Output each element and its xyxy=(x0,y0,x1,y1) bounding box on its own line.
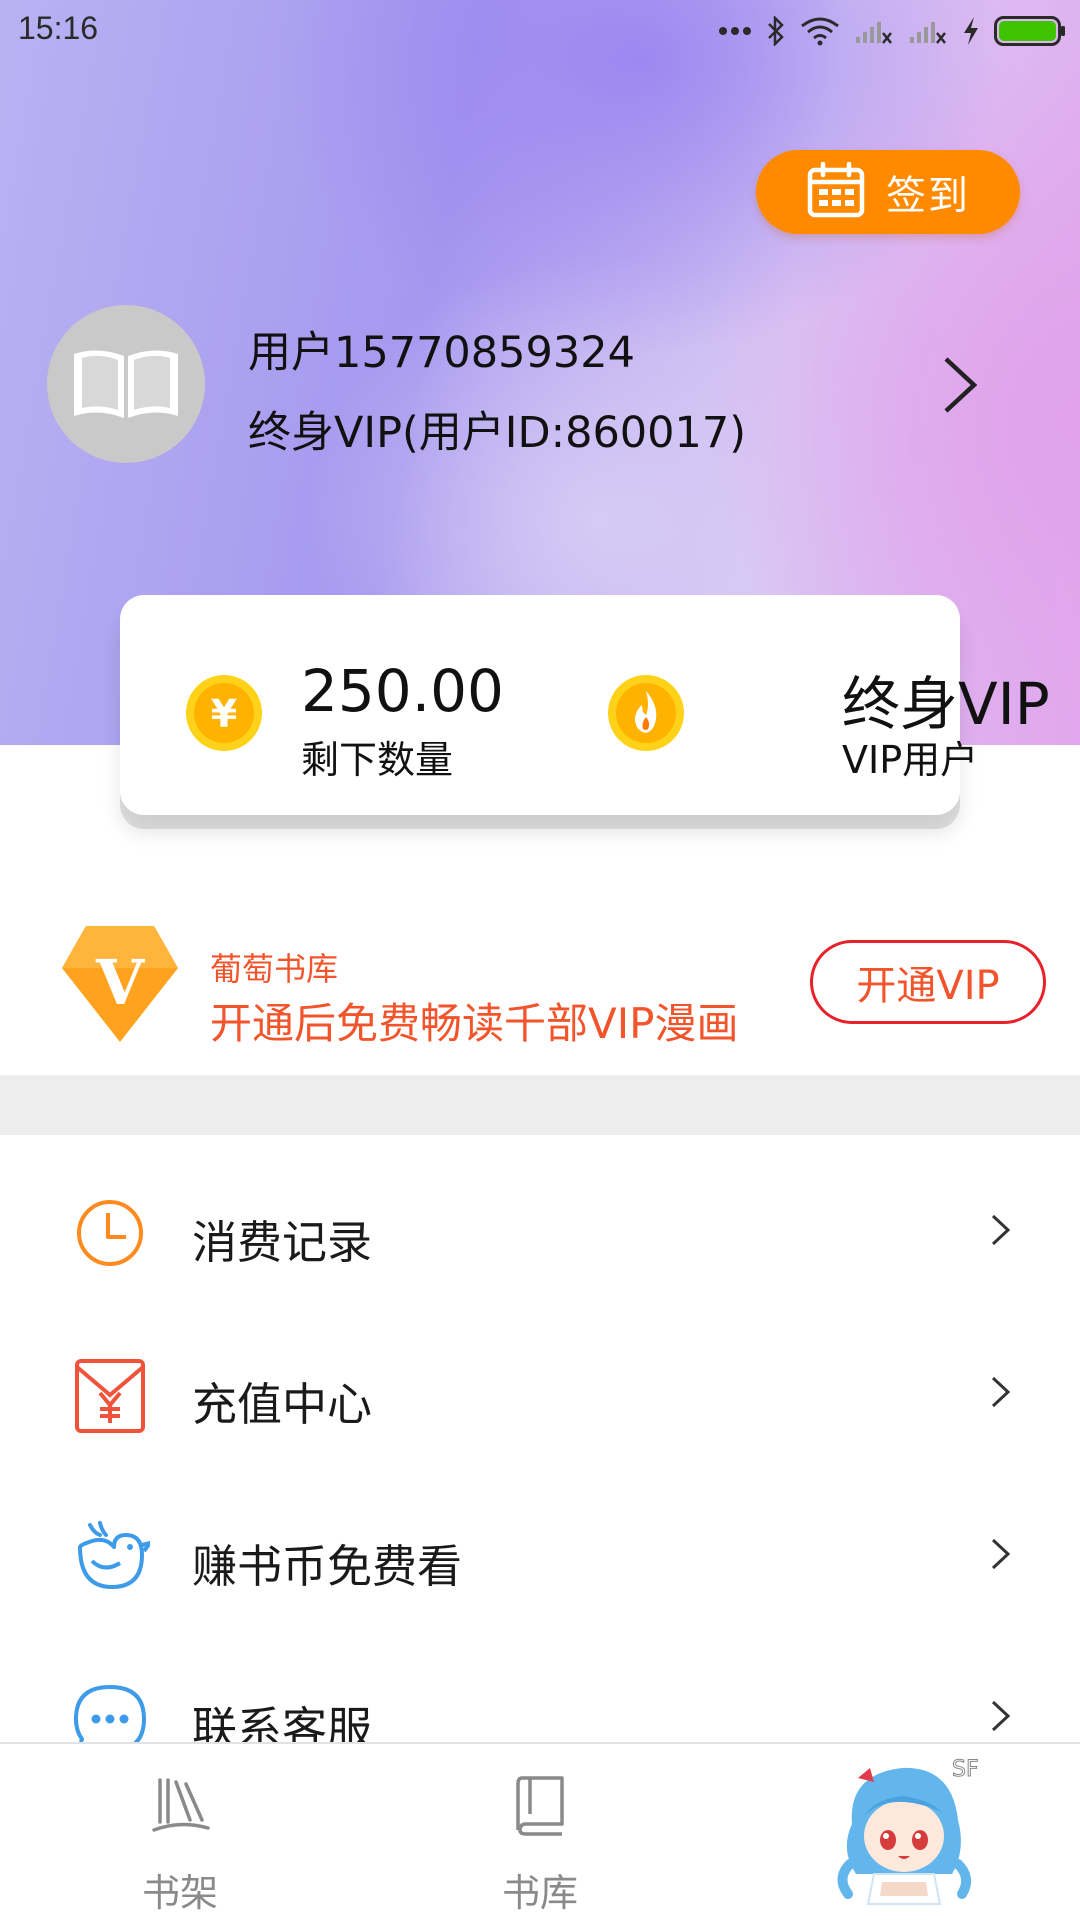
checkin-button[interactable]: 签到 xyxy=(756,150,1020,234)
profile-name: 用户15770859324 xyxy=(248,328,635,378)
vip-description: 开通后免费畅读千部VIP漫画 xyxy=(210,999,739,1048)
chevron-right-icon xyxy=(990,1698,1012,1738)
profile-vip-status: 终身VIP(用户ID:860017) xyxy=(248,408,747,458)
vip-diamond-logo-icon: V xyxy=(58,922,182,1050)
menu-item-label: 赚书币免费看 xyxy=(192,1540,463,1593)
menu-item-consumption-records[interactable]: 消费记录 xyxy=(0,1150,1080,1312)
status-bar: 15:16 xyxy=(0,0,1080,62)
bookshelf-icon xyxy=(150,1774,212,1840)
chevron-right-icon xyxy=(990,1212,1012,1252)
balance-value: 250.00 xyxy=(301,657,504,725)
bird-icon xyxy=(70,1517,152,1597)
bluetooth-icon xyxy=(766,16,786,46)
balance-label: 剩下数量 xyxy=(301,738,454,782)
vip-brand-name: 葡萄书库 xyxy=(210,950,339,988)
flame-coin-icon xyxy=(606,673,686,757)
tab-label: 书架 xyxy=(141,1871,218,1915)
svg-text:¥: ¥ xyxy=(211,692,237,736)
red-envelope-icon xyxy=(70,1355,150,1435)
more-dots-icon xyxy=(718,26,752,36)
tab-library[interactable]: 书库 xyxy=(440,1744,640,1922)
coin-yuan-icon: ¥ xyxy=(184,673,264,757)
charging-icon xyxy=(962,16,980,46)
mascot-avatar-icon: SF xyxy=(830,1754,980,1920)
wifi-icon xyxy=(800,16,840,46)
status-time: 15:16 xyxy=(18,10,99,46)
tab-profile[interactable]: SF xyxy=(820,1744,1020,1922)
svg-text:SF: SF xyxy=(952,1757,979,1782)
vip-label: VIP用户 xyxy=(842,738,979,782)
chevron-right-icon xyxy=(990,1374,1012,1414)
menu-item-recharge-center[interactable]: 充值中心 xyxy=(0,1312,1080,1474)
calendar-icon xyxy=(806,161,866,223)
menu-item-label: 消费记录 xyxy=(192,1216,373,1269)
chevron-right-icon[interactable] xyxy=(940,355,980,419)
vip-stat[interactable]: 终身VIP VIP用户 xyxy=(540,595,1050,815)
section-divider xyxy=(0,1075,1080,1135)
open-book-icon xyxy=(68,342,184,426)
clock-icon xyxy=(70,1193,150,1273)
menu-item-label: 充值中心 xyxy=(192,1378,373,1431)
open-vip-button[interactable]: 开通VIP xyxy=(810,940,1046,1024)
stats-card: ¥ 250.00 剩下数量 终身VIP VIP用户 xyxy=(120,595,1050,815)
avatar[interactable] xyxy=(47,305,205,463)
menu-item-earn-coins[interactable]: 赚书币免费看 xyxy=(0,1474,1080,1636)
signal-no-service-icon xyxy=(854,17,894,45)
library-book-icon xyxy=(510,1774,572,1840)
svg-text:V: V xyxy=(95,946,145,1019)
status-icons xyxy=(718,14,1066,48)
bottom-tab-bar: 书架 书库 SF xyxy=(0,1742,1080,1922)
chevron-right-icon xyxy=(990,1536,1012,1576)
battery-icon xyxy=(994,16,1066,46)
tab-bookshelf[interactable]: 书架 xyxy=(80,1744,280,1922)
balance-stat[interactable]: ¥ 250.00 剩下数量 xyxy=(120,595,540,815)
tab-label: 书库 xyxy=(501,1871,578,1915)
checkin-label: 签到 xyxy=(886,173,970,219)
signal-no-service-icon xyxy=(908,17,948,45)
